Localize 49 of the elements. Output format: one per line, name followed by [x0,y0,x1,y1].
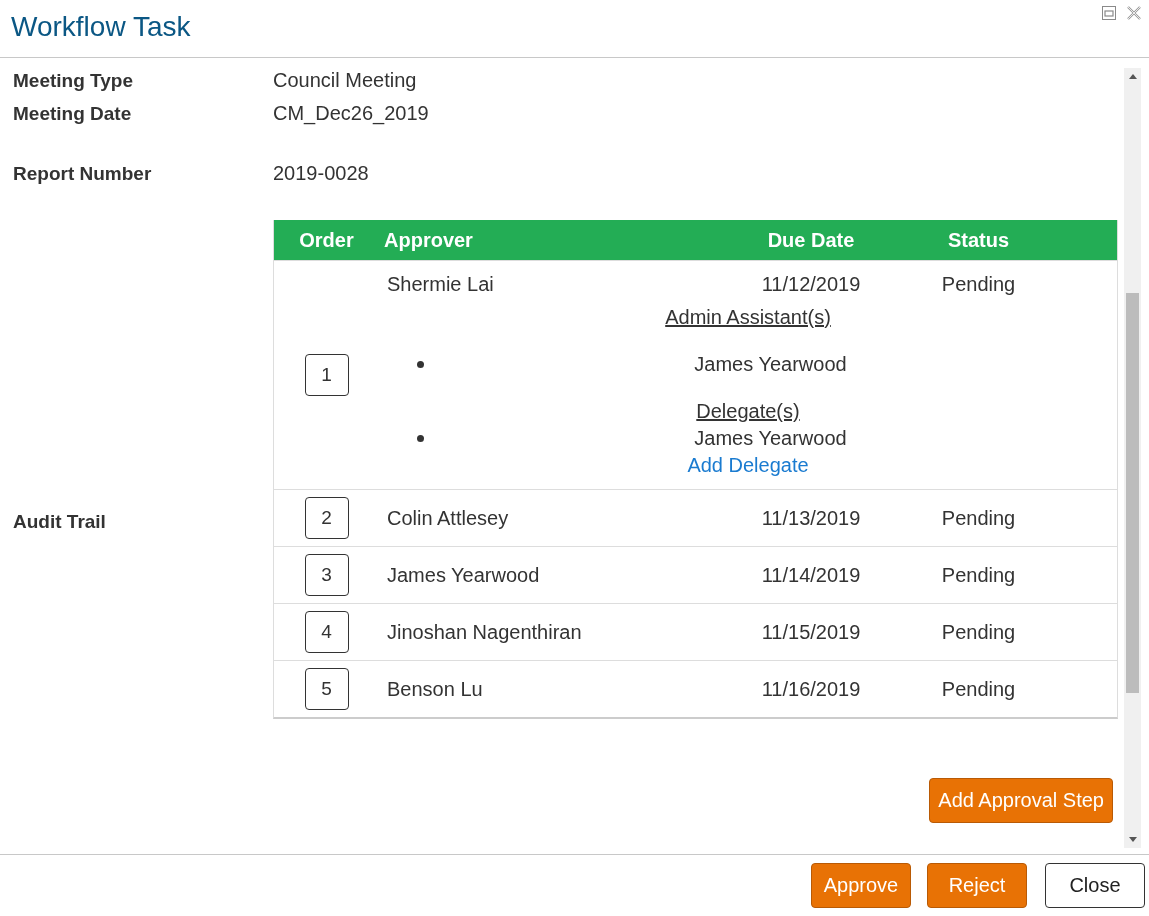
restore-icon[interactable] [1102,6,1116,20]
approver-name: James Yearwood [386,562,541,588]
dialog-button[interactable]: Approve [811,863,911,908]
column-header: Order [298,228,355,252]
field-label: Meeting Date [13,102,133,125]
column-header: Approver [383,228,474,252]
status-text: Pending [940,619,1017,645]
scroll-up-icon[interactable] [1128,74,1137,79]
bullet-icon [417,435,424,442]
section-heading: Delegate(s) [696,400,800,422]
add-delegate-link[interactable]: Add Delegate [687,454,809,476]
field-label: Report Number [13,162,153,185]
order-number: 3 [304,554,349,596]
field-label: Meeting Type [13,69,134,92]
close-icon[interactable] [1127,6,1141,20]
status-text: Pending [940,505,1017,531]
approver-name: Benson Lu [386,676,484,702]
due-date: 11/15/2019 [760,619,862,645]
column-header: Status [946,228,1011,252]
approver-name: Jinoshan Nagenthiran [386,619,583,645]
approver-name: Colin Attlesey [386,505,510,531]
status-text: Pending [940,676,1017,702]
section-heading: Admin Assistant(s) [665,306,831,328]
order-number: 2 [304,497,349,539]
person-name: James Yearwood [693,352,848,377]
scroll-down-icon[interactable] [1128,837,1137,842]
order-number: 4 [304,611,349,653]
approver-name: Shermie Lai [386,272,495,297]
status-text: Pending [940,272,1017,297]
dialog-button[interactable]: Close [1045,863,1145,908]
status-text: Pending [940,562,1017,588]
due-date: 11/14/2019 [760,562,862,588]
field-value: CM_Dec26_2019 [273,102,429,125]
due-date: 11/16/2019 [760,676,862,702]
order-number: 1 [304,354,349,396]
due-date: 11/12/2019 [760,272,862,297]
window-title: Workflow Task [11,11,191,43]
person-name: James Yearwood [693,426,848,451]
field-value: 2019-0028 [273,162,369,185]
column-header: Due Date [766,228,856,252]
field-value: Council Meeting [273,69,417,92]
bullet-icon [417,361,424,368]
add-approval-step-button[interactable]: Add Approval Step [929,778,1113,823]
order-number: 5 [304,668,349,710]
field-label: Audit Trail [13,510,106,533]
due-date: 11/13/2019 [760,505,862,531]
scrollbar-thumb[interactable] [1126,293,1139,693]
dialog-button[interactable]: Reject [927,863,1027,908]
scrollbar[interactable] [1124,68,1141,848]
